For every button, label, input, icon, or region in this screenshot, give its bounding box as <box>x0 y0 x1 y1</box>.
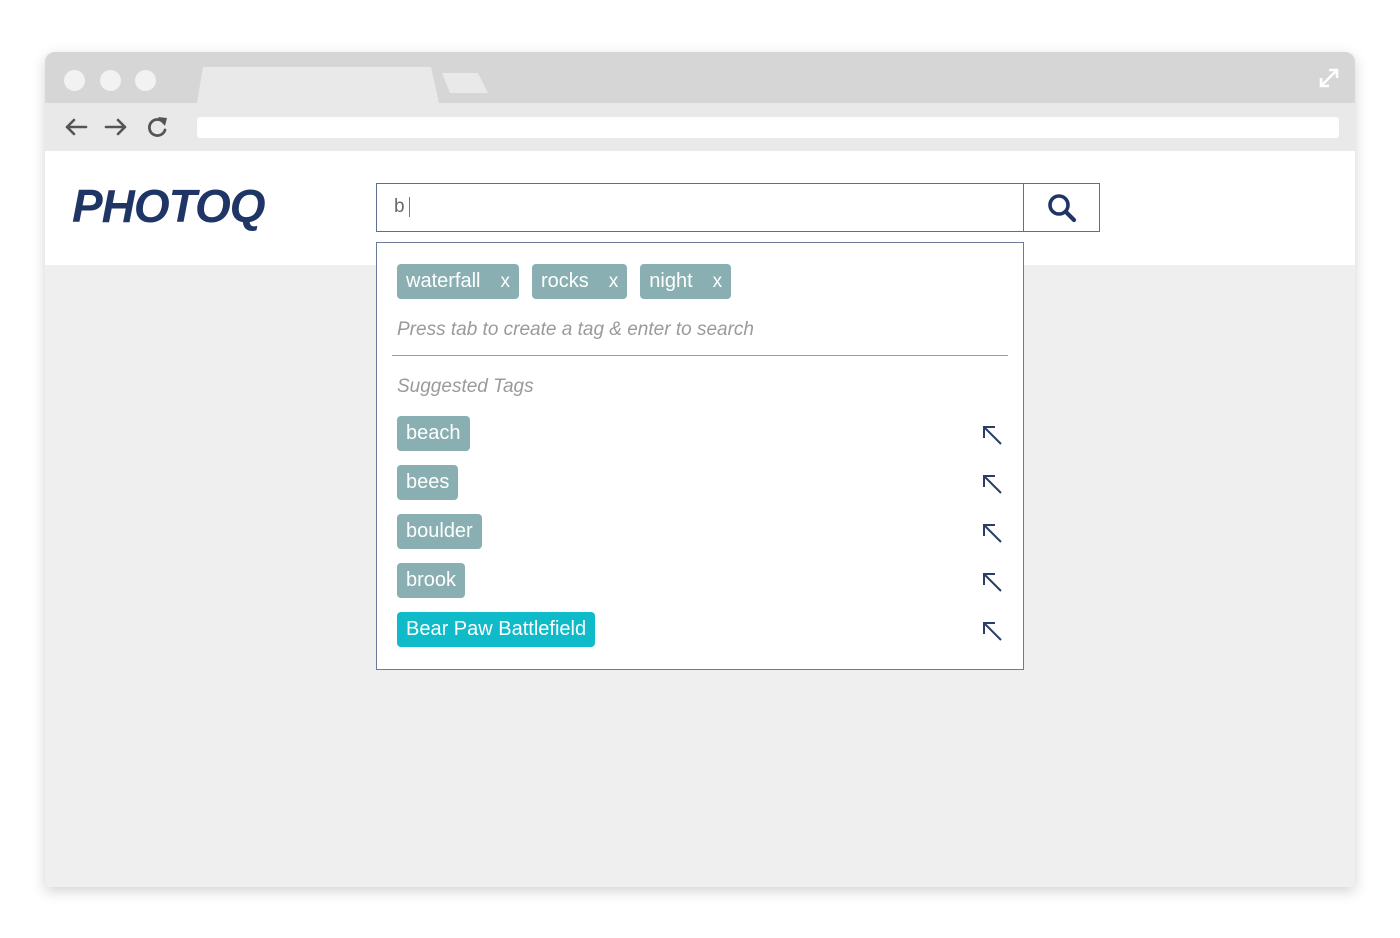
suggestion-row[interactable]: brook <box>397 563 1007 598</box>
search-suggestions-dropdown: waterfall x rocks x night x Press tab to… <box>376 242 1024 670</box>
remove-tag-button[interactable]: x <box>500 271 510 293</box>
suggestion-row[interactable]: bees <box>397 465 1007 500</box>
suggestion-chip[interactable]: brook <box>397 563 466 598</box>
suggestion-row-highlighted[interactable]: Bear Paw Battlefield <box>397 612 1007 647</box>
search-hint: Press tab to create a tag & enter to sea… <box>397 319 754 340</box>
photoq-logo[interactable]: PHOTOQ <box>72 179 266 233</box>
suggestion-chip[interactable]: bees <box>397 465 459 500</box>
suggestion-chip-highlighted[interactable]: Bear Paw Battlefield <box>397 612 596 647</box>
selected-tag[interactable]: rocks x <box>531 264 628 299</box>
search-button[interactable] <box>1023 183 1100 232</box>
selected-tag-label: waterfall <box>406 270 481 292</box>
selected-tag-label: rocks <box>540 270 589 292</box>
search-input-value: b <box>394 196 405 217</box>
browser-titlebar <box>45 52 1355 103</box>
selected-tag-label: night <box>649 270 693 292</box>
browser-tab[interactable] <box>197 67 439 103</box>
suggestion-row[interactable]: beach <box>397 416 1007 451</box>
arrow-up-left-icon[interactable] <box>980 472 1004 496</box>
arrow-up-left-icon[interactable] <box>980 619 1004 643</box>
browser-navbar <box>45 103 1355 151</box>
forward-arrow-icon[interactable] <box>103 115 129 139</box>
suggestion-row[interactable]: boulder <box>397 514 1007 549</box>
expand-icon[interactable] <box>1317 66 1341 90</box>
arrow-up-left-icon[interactable] <box>980 521 1004 545</box>
suggested-tags-title: Suggested Tags <box>397 376 534 397</box>
search-input[interactable]: b <box>376 183 1024 232</box>
remove-tag-button[interactable]: x <box>713 271 723 293</box>
window-maximize-dot[interactable] <box>135 70 156 91</box>
suggestion-chip[interactable]: boulder <box>397 514 482 549</box>
arrow-up-left-icon[interactable] <box>980 423 1004 447</box>
address-bar[interactable] <box>197 117 1339 138</box>
window-close-dot[interactable] <box>64 70 85 91</box>
magnifier-icon <box>1047 193 1076 222</box>
suggestion-chip[interactable]: beach <box>397 416 470 451</box>
new-tab-button[interactable] <box>442 73 488 93</box>
reload-icon[interactable] <box>145 115 171 139</box>
remove-tag-button[interactable]: x <box>609 271 619 293</box>
selected-tag[interactable]: waterfall x <box>397 264 519 299</box>
selected-tags: waterfall x rocks x night x <box>397 264 732 299</box>
selected-tag[interactable]: night x <box>640 264 732 299</box>
window-minimize-dot[interactable] <box>100 70 121 91</box>
text-caret <box>408 196 410 217</box>
back-arrow-icon[interactable] <box>63 115 89 139</box>
arrow-up-left-icon[interactable] <box>980 570 1004 594</box>
divider <box>392 355 1008 356</box>
